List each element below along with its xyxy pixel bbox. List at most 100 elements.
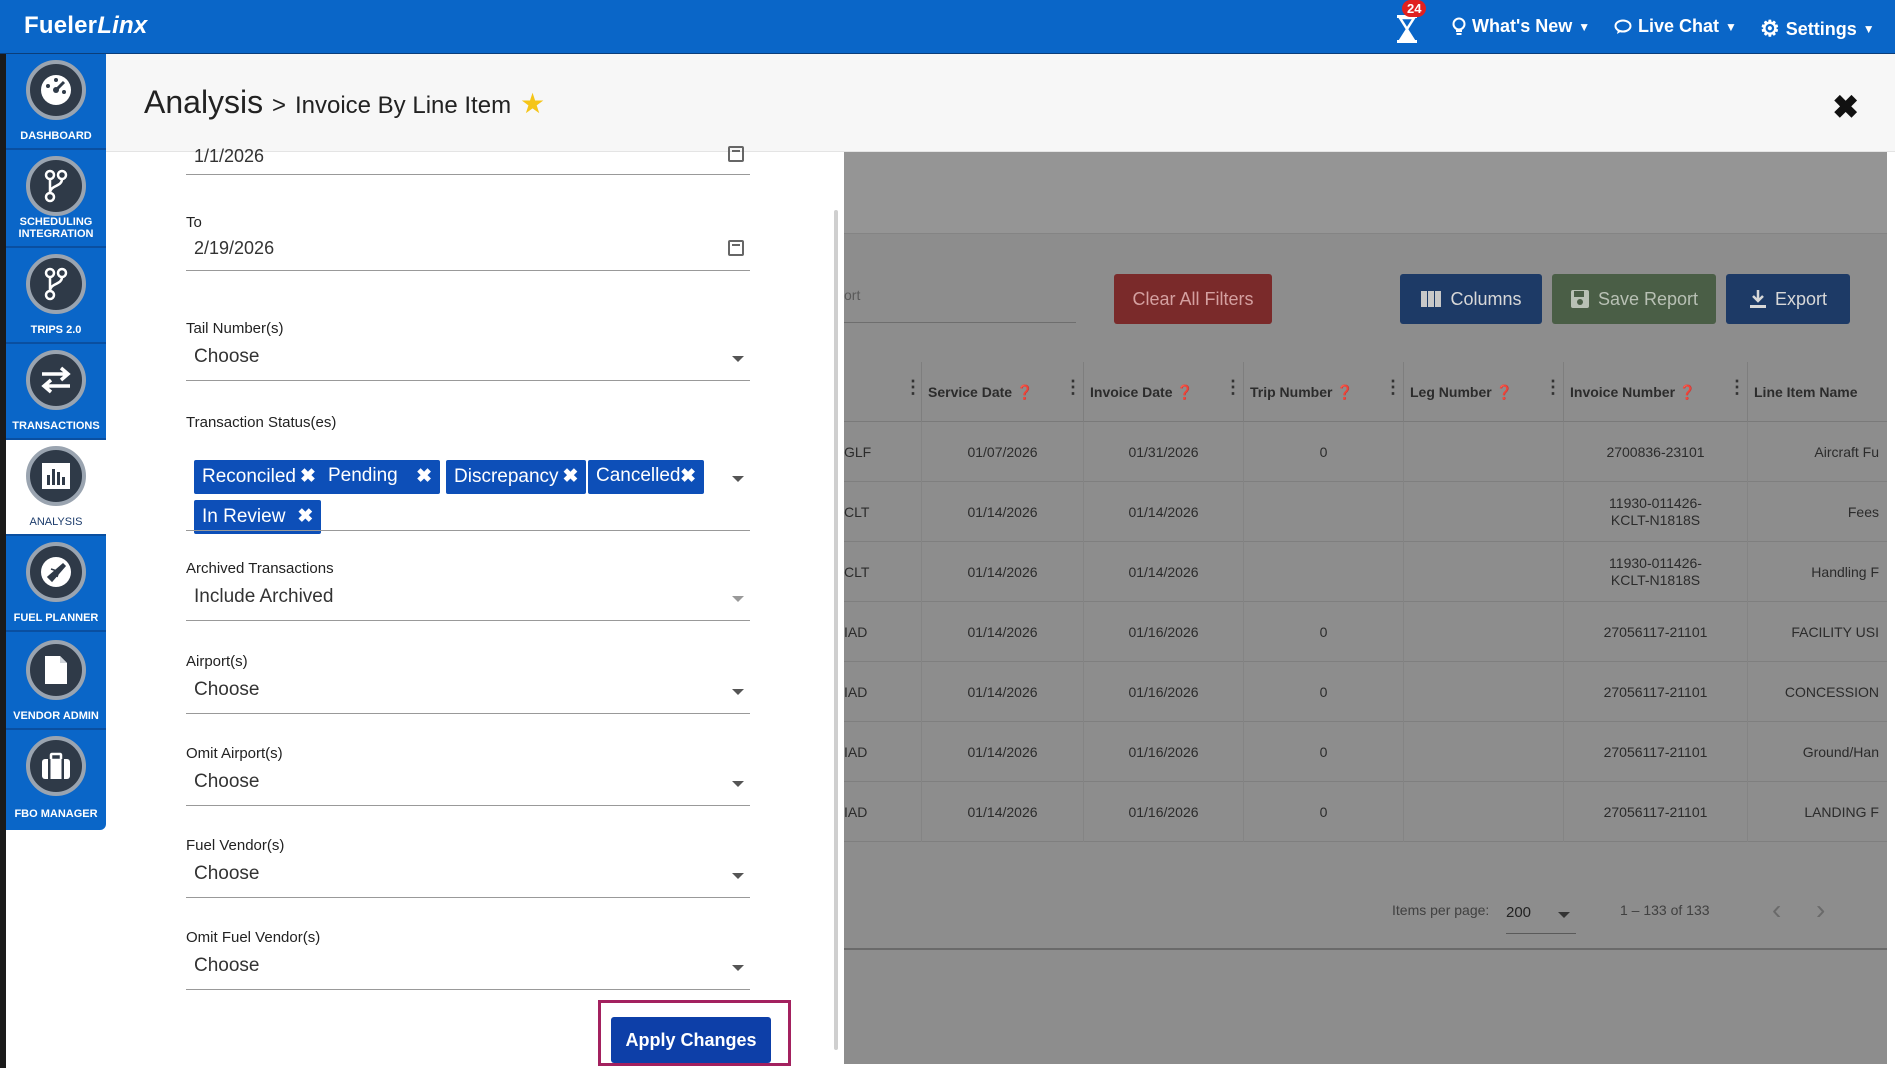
chevron-down-icon	[732, 873, 744, 879]
report-toolbar-strip	[844, 152, 1887, 234]
whats-new-menu[interactable]: What's New ▼	[1452, 16, 1590, 37]
breadcrumb-page: Invoice By Line Item	[294, 92, 512, 119]
items-per-page-value: 200	[1506, 904, 1532, 921]
omit-fuel-vendors-select[interactable]: Omit Fuel Vendor(s) Choose	[186, 929, 750, 993]
omit-airports-select[interactable]: Omit Airport(s) Choose	[186, 745, 750, 809]
column-menu-icon[interactable]: ⋮	[1384, 378, 1402, 396]
table-row[interactable]: CLT 01/14/2026 01/14/2026 11930-011426-K…	[844, 542, 1887, 602]
archived-transactions-label: Archived Transactions	[186, 560, 334, 577]
to-date-label: To	[186, 214, 202, 231]
from-date-field[interactable]: 1/1/2026	[186, 146, 750, 176]
save-report-button[interactable]: Save Report	[1552, 274, 1716, 324]
next-page-icon[interactable]: ›	[1816, 894, 1825, 926]
column-header-leg-number[interactable]: Leg Number ❓	[1404, 362, 1564, 422]
sidebar: DASHBOARD SCHEDULING INTEGRATION TRIPS 2…	[6, 54, 106, 830]
cell-invoice-date: 01/14/2026	[1084, 542, 1244, 602]
table-row[interactable]: CLT 01/14/2026 01/14/2026 11930-011426-K…	[844, 482, 1887, 542]
cell-leg-number	[1404, 662, 1564, 722]
app-logo[interactable]: FuelerLinx	[24, 12, 147, 40]
cell-invoice-number: 11930-011426-KCLT-N1818S	[1564, 542, 1748, 602]
report-search-input[interactable]: ort	[844, 281, 1076, 323]
archived-transactions-select[interactable]: Archived Transactions Include Archived	[186, 560, 750, 624]
table-header: ⋮ Service Date ❓ ⋮ Invoice Date ❓ ⋮ Trip…	[844, 362, 1887, 422]
panel-scrollbar[interactable]	[834, 210, 838, 1050]
live-chat-menu[interactable]: Live Chat ▼	[1614, 16, 1737, 37]
omit-airports-value: Choose	[194, 771, 260, 792]
chevron-down-icon	[732, 356, 744, 362]
sidebar-item-label: FUEL PLANNER	[13, 612, 99, 624]
close-icon[interactable]: ✖	[1832, 88, 1859, 126]
column-menu-icon[interactable]: ⋮	[1064, 378, 1082, 396]
help-icon: ❓	[1495, 384, 1514, 400]
sidebar-item-label: TRANSACTIONS	[12, 420, 100, 432]
cell-line-item-name: CONCESSION	[1784, 683, 1879, 700]
breadcrumb-section[interactable]: Analysis	[144, 84, 263, 120]
cell-leg-number	[1404, 602, 1564, 662]
remove-chip-icon[interactable]: ✖	[416, 465, 432, 488]
sidebar-item-fuel-planner[interactable]: FUEL PLANNER	[6, 536, 106, 632]
cell-trip-number: 0	[1244, 722, 1404, 782]
status-chip-cancelled[interactable]: Cancelled ✖	[588, 460, 704, 494]
transaction-status-select[interactable]: Transaction Status(es) Reconciled ✖ Pendi…	[186, 414, 750, 534]
cell-line-item-name: Fees	[1847, 503, 1879, 520]
column-menu-icon[interactable]: ⋮	[1544, 378, 1562, 396]
tail-number-select[interactable]: Tail Number(s) Choose	[186, 320, 750, 384]
hourglass-icon[interactable]	[1394, 14, 1420, 44]
calendar-icon[interactable]	[728, 240, 744, 256]
field-underline	[186, 530, 750, 531]
export-label: Export	[1774, 288, 1828, 309]
cell-invoice-number: 27056117-21101	[1564, 602, 1748, 662]
status-chip-reconciled[interactable]: Reconciled ✖	[194, 460, 324, 494]
plane-icon	[26, 542, 86, 602]
arrows-icon	[26, 350, 86, 410]
sidebar-item-label: ANALYSIS	[29, 516, 83, 528]
remove-chip-icon[interactable]: ✖	[297, 506, 313, 527]
apply-changes-button[interactable]: Apply Changes	[611, 1017, 771, 1063]
settings-menu[interactable]: ⚙ Settings ▼	[1760, 16, 1875, 42]
cell-invoice-date: 01/16/2026	[1084, 782, 1244, 842]
fuel-vendors-select[interactable]: Fuel Vendor(s) Choose	[186, 837, 750, 901]
sidebar-item-scheduling-integration[interactable]: SCHEDULING INTEGRATION	[6, 150, 106, 248]
column-header-invoice-number[interactable]: Invoice Number ❓	[1564, 362, 1748, 422]
remove-chip-icon[interactable]: ✖	[300, 466, 316, 487]
cell-service-date: 01/14/2026	[922, 482, 1084, 542]
sidebar-item-transactions[interactable]: TRANSACTIONS	[6, 344, 106, 440]
calendar-icon[interactable]	[728, 146, 744, 162]
export-button[interactable]: Export	[1726, 274, 1850, 324]
column-menu-icon[interactable]: ⋮	[904, 378, 922, 396]
help-icon: ❓	[1336, 384, 1354, 400]
sidebar-item-dashboard[interactable]: DASHBOARD	[6, 54, 106, 150]
columns-button[interactable]: Columns	[1400, 274, 1542, 324]
to-date-field[interactable]: To 2/19/2026	[186, 214, 750, 274]
sidebar-item-label: TRIPS 2.0	[30, 324, 82, 336]
help-icon: ❓	[1678, 384, 1697, 400]
column-menu-icon[interactable]: ⋮	[1728, 378, 1746, 396]
table-row[interactable]: IAD 01/14/2026 01/16/2026 0 27056117-211…	[844, 662, 1887, 722]
column-header-service-date[interactable]: Service Date ❓	[922, 362, 1084, 422]
sidebar-item-analysis[interactable]: ANALYSIS	[6, 440, 106, 536]
table-row[interactable]: IAD 01/14/2026 01/16/2026 0 27056117-211…	[844, 782, 1887, 842]
airports-select[interactable]: Airport(s) Choose	[186, 653, 750, 717]
remove-chip-icon[interactable]: ✖	[680, 465, 696, 488]
sidebar-item-vendor-admin[interactable]: VENDOR ADMIN	[6, 634, 106, 730]
table-row[interactable]: IAD 01/14/2026 01/16/2026 0 27056117-211…	[844, 602, 1887, 662]
column-header-trip-number[interactable]: Trip Number ❓	[1244, 362, 1404, 422]
column-header-invoice-date[interactable]: Invoice Date ❓	[1084, 362, 1244, 422]
table-row[interactable]: GLF 01/07/2026 01/31/2026 0 2700836-2310…	[844, 422, 1887, 482]
status-chip-in-review[interactable]: In Review ✖	[194, 500, 322, 534]
previous-page-icon[interactable]: ‹	[1772, 894, 1781, 926]
favorite-star-icon[interactable]: ★	[520, 88, 545, 119]
remove-chip-icon[interactable]: ✖	[563, 466, 579, 487]
table-row[interactable]: IAD 01/14/2026 01/16/2026 0 27056117-211…	[844, 722, 1887, 782]
sidebar-item-trips[interactable]: TRIPS 2.0	[6, 248, 106, 344]
airports-label: Airport(s)	[186, 653, 248, 670]
status-chip-discrepancy[interactable]: Discrepancy ✖	[446, 460, 587, 494]
clear-all-filters-button[interactable]: Clear All Filters	[1114, 274, 1272, 324]
column-menu-icon[interactable]: ⋮	[1224, 378, 1242, 396]
sidebar-item-fbo-manager[interactable]: FBO MANAGER	[6, 730, 106, 826]
column-header-line-item-name[interactable]: Line Item Name	[1748, 362, 1887, 422]
breadcrumb-separator: >	[272, 92, 287, 119]
status-chip-pending[interactable]: Pending ✖	[320, 460, 440, 494]
chevron-down-icon: ▼	[1725, 19, 1737, 34]
airports-value: Choose	[194, 679, 260, 700]
